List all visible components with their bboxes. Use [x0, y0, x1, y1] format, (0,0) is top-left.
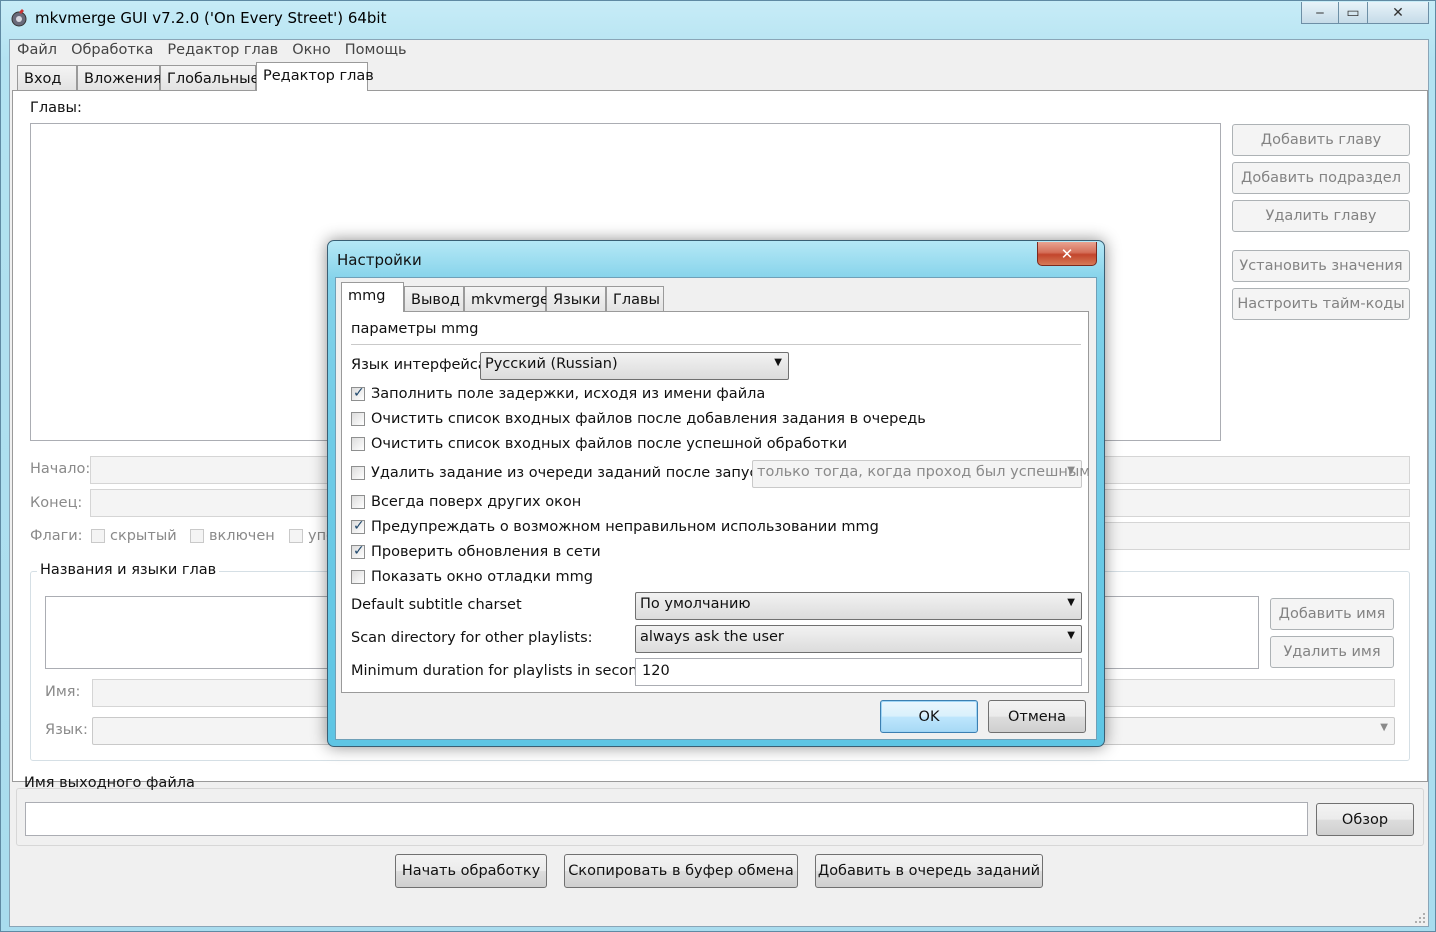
menu-bar: Файл Обработка Редактор глав Окно Помощь: [10, 40, 1428, 62]
flag-hidden-label: скрытый: [110, 528, 177, 544]
flags-extra-field[interactable]: [1103, 522, 1410, 550]
dialog-tab-mkvmerge[interactable]: mkvmerge: [464, 286, 549, 312]
flag-enabled-checkbox[interactable]: [190, 529, 204, 543]
maximize-icon: ▭: [1346, 4, 1360, 21]
menu-file[interactable]: Файл: [10, 40, 64, 62]
name-label: Имя:: [45, 684, 81, 700]
fill-delay-label: Заполнить поле задержки, исходя из имени…: [371, 386, 766, 402]
dialog-tab-chapters[interactable]: Главы: [606, 286, 664, 312]
adjust-timecodes-button[interactable]: Настроить тайм-коды: [1232, 288, 1410, 320]
min-duration-field[interactable]: 120: [635, 658, 1082, 686]
output-file-field[interactable]: [25, 802, 1308, 836]
scan-directory-label: Scan directory for other playlists:: [351, 630, 593, 646]
add-name-button[interactable]: Добавить имя: [1270, 598, 1394, 630]
fill-delay-checkbox[interactable]: ✓: [351, 385, 365, 401]
check-updates-label: Проверить обновления в сети: [371, 544, 601, 560]
tab-chapter-editor[interactable]: Редактор глав: [256, 62, 374, 91]
language-label: Язык:: [45, 722, 88, 738]
checkmark-icon: ✓: [353, 518, 365, 534]
chevron-down-icon: ▼: [1067, 597, 1075, 608]
clear-after-success-label: Очистить список входных файлов после усп…: [371, 436, 848, 452]
dialog-tab-output[interactable]: Вывод: [404, 286, 464, 312]
ui-language-value: Русский (Russian): [485, 356, 618, 372]
min-duration-label: Minimum duration for playlists in second…: [351, 663, 660, 679]
dialog-tab-mmg[interactable]: mmg: [341, 282, 404, 312]
end-label: Конец:: [30, 495, 83, 511]
set-values-button[interactable]: Установить значения: [1232, 250, 1410, 282]
remove-job-label: Удалить задание из очереди заданий после…: [371, 465, 780, 481]
chapter-names-group-label: Названия и языки глав: [37, 562, 220, 578]
close-icon: ✕: [1392, 4, 1404, 21]
start-muxing-button[interactable]: Начать обработку: [395, 854, 547, 888]
flags-label: Флаги:: [30, 528, 83, 544]
cancel-button[interactable]: Отмена: [988, 700, 1086, 733]
ui-language-combo[interactable]: Русский (Russian) ▼: [480, 352, 789, 380]
tab-attachments[interactable]: Вложения: [77, 65, 162, 91]
remove-job-checkbox[interactable]: [351, 466, 365, 480]
close-button[interactable]: ✕: [1367, 2, 1429, 24]
remove-chapter-button[interactable]: Удалить главу: [1232, 200, 1410, 232]
clear-after-queue-checkbox[interactable]: [351, 412, 365, 426]
chevron-down-icon: ▼: [1067, 465, 1075, 476]
remove-job-combo[interactable]: только тогда, когда проход был успешным …: [752, 460, 1090, 488]
checkmark-icon: ✓: [353, 543, 365, 559]
menu-window[interactable]: Окно: [285, 40, 338, 62]
checkmark-icon: ✓: [353, 385, 365, 401]
dialog-close-button[interactable]: ✕: [1037, 242, 1097, 266]
chevron-down-icon: ▼: [1067, 630, 1075, 641]
subtitle-charset-combo[interactable]: По умолчанию ▼: [635, 592, 1082, 620]
minimize-icon: ‒: [1315, 4, 1325, 21]
always-on-top-checkbox[interactable]: [351, 495, 365, 509]
ok-button[interactable]: OK: [880, 700, 978, 733]
window-title: mkvmerge GUI v7.2.0 ('On Every Street') …: [35, 9, 387, 27]
menu-chapter-editor[interactable]: Редактор глав: [160, 40, 285, 62]
dialog-title: Настройки: [337, 251, 422, 269]
add-to-queue-button[interactable]: Добавить в очередь заданий: [815, 854, 1043, 888]
app-icon: [11, 9, 27, 27]
debug-window-checkbox[interactable]: [351, 570, 365, 584]
output-label: Имя выходного файла: [24, 775, 195, 791]
browse-button[interactable]: Обзор: [1316, 803, 1414, 836]
scan-directory-combo[interactable]: always ask the user ▼: [635, 625, 1082, 653]
add-subchapter-button[interactable]: Добавить подраздел: [1232, 162, 1410, 194]
menu-help[interactable]: Помощь: [338, 40, 414, 62]
remove-name-button[interactable]: Удалить имя: [1270, 636, 1394, 668]
dialog-tab-languages[interactable]: Языки: [546, 286, 606, 312]
resize-grip-icon[interactable]: [1414, 912, 1426, 924]
debug-window-label: Показать окно отладки mmg: [371, 569, 593, 585]
title-bar[interactable]: mkvmerge GUI v7.2.0 ('On Every Street') …: [1, 1, 1436, 37]
close-icon: ✕: [1060, 244, 1074, 263]
heading-divider: [351, 344, 1081, 345]
chevron-down-icon: ▼: [774, 357, 782, 368]
add-chapter-button[interactable]: Добавить главу: [1232, 124, 1410, 156]
subtitle-charset-label: Default subtitle charset: [351, 597, 522, 613]
chevron-down-icon: ▼: [1380, 722, 1388, 733]
settings-dialog: Настройки ✕ mmg Вывод mkvmerge Языки Гла…: [327, 240, 1105, 747]
flag-hidden-checkbox[interactable]: [91, 529, 105, 543]
always-on-top-label: Всегда поверх других окон: [371, 494, 582, 510]
clear-after-queue-label: Очистить список входных файлов после доб…: [371, 411, 926, 427]
warn-usage-label: Предупреждать о возможном неправильном и…: [371, 519, 879, 535]
tab-input[interactable]: Вход: [17, 65, 77, 91]
copy-to-clipboard-button[interactable]: Скопировать в буфер обмена: [564, 854, 798, 888]
scan-directory-value: always ask the user: [640, 629, 784, 645]
dialog-client-area: mmg Вывод mkvmerge Языки Главы параметры…: [335, 277, 1097, 740]
minimize-button[interactable]: ‒: [1301, 2, 1339, 24]
chapters-label: Главы:: [30, 100, 82, 116]
tab-global[interactable]: Глобальные: [160, 65, 259, 91]
mmg-settings-panel: параметры mmg Язык интерфейса: Русский (…: [341, 311, 1090, 693]
maximize-button[interactable]: ▭: [1338, 2, 1368, 24]
subtitle-charset-value: По умолчанию: [640, 596, 751, 612]
flag-partial-checkbox[interactable]: [289, 529, 303, 543]
flag-enabled-label: включен: [209, 528, 275, 544]
clear-after-success-checkbox[interactable]: [351, 437, 365, 451]
remove-job-value: только тогда, когда проход был успешным: [757, 464, 1091, 480]
check-updates-checkbox[interactable]: ✓: [351, 543, 365, 559]
ui-language-label: Язык интерфейса:: [351, 357, 492, 373]
mmg-settings-heading: параметры mmg: [351, 321, 479, 337]
start-label: Начало:: [30, 461, 91, 477]
warn-usage-checkbox[interactable]: ✓: [351, 518, 365, 534]
menu-process[interactable]: Обработка: [64, 40, 160, 62]
